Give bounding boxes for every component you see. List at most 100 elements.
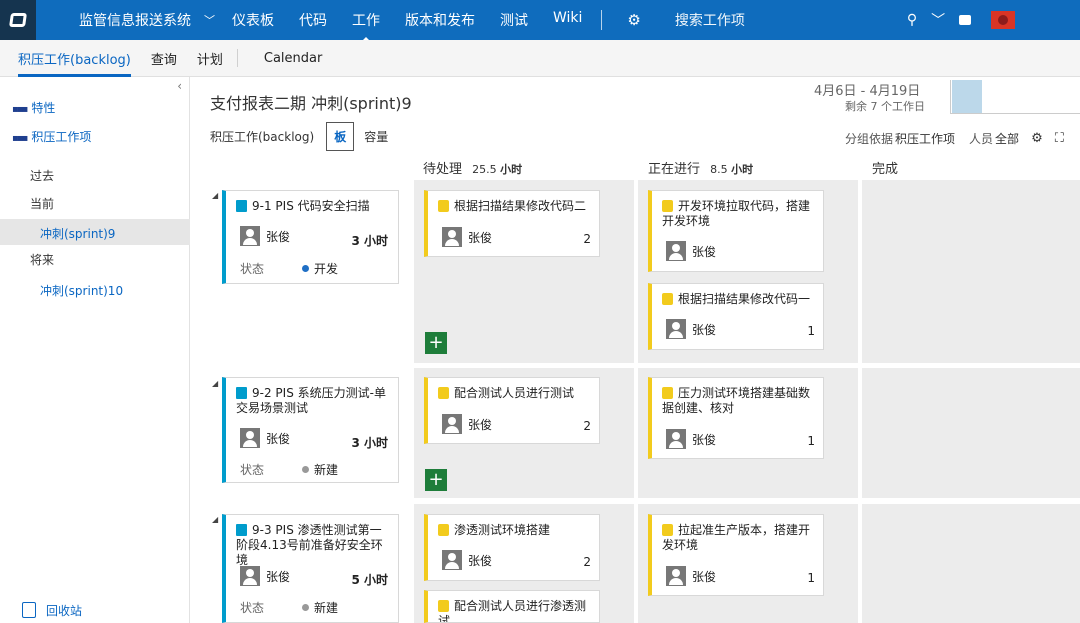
- nav-wiki[interactable]: Wiki: [553, 10, 582, 30]
- state-dot-icon: [302, 466, 309, 473]
- tab-plans[interactable]: 计划: [197, 49, 223, 68]
- recycle-bin-label: 回收站: [46, 604, 83, 618]
- card-title[interactable]: 渗透测试环境搭建: [454, 523, 550, 537]
- nav-work[interactable]: 工作: [352, 10, 380, 30]
- marketplace-bag-icon[interactable]: [959, 15, 972, 25]
- card-title[interactable]: 压力测试环境搭建基础数据创建、核对: [662, 386, 810, 415]
- settings-gear-icon[interactable]: ⚙: [1031, 131, 1043, 146]
- card-assignee[interactable]: 张俊: [692, 568, 716, 585]
- card-state-label: 状态: [240, 463, 265, 477]
- card-assignee[interactable]: 张俊: [468, 229, 492, 246]
- column-name: 正在进行: [648, 162, 701, 177]
- card-assignee[interactable]: 张俊: [692, 321, 716, 338]
- card-title[interactable]: 9-2 PIS 系统压力测试-单交易场景测试: [236, 386, 386, 415]
- sidebar-item-features[interactable]: ▪▪▪ 特性: [12, 99, 55, 116]
- nav-code[interactable]: 代码: [299, 10, 327, 30]
- card-assignee[interactable]: 张俊: [468, 552, 492, 569]
- person-avatar-icon: [442, 550, 462, 570]
- task-card[interactable]: 配合测试人员进行测试 张俊 2: [424, 377, 600, 444]
- card-assignee[interactable]: 张俊: [468, 416, 492, 433]
- settings-gear-icon[interactable]: ⚙: [627, 11, 640, 29]
- row-collapse-icon[interactable]: ◢: [212, 191, 218, 200]
- search-options-chevron-icon[interactable]: ﹀: [931, 10, 945, 30]
- card-assignee[interactable]: 张俊: [692, 243, 716, 260]
- row-collapse-icon[interactable]: ◢: [212, 515, 218, 524]
- sprint-date-range[interactable]: 4月6日 - 4月19日: [814, 80, 920, 99]
- top-navigation-bar: 监管信息报送系统 ﹀ 仪表板 代码 工作 版本和发布 测试 Wiki ⚙ 搜索工…: [0, 0, 1080, 40]
- burndown-mini-chart[interactable]: [950, 80, 1080, 114]
- sidebar-item-sprint10[interactable]: 冲刺(sprint)10: [40, 282, 123, 299]
- sidebar-item-backlog-items[interactable]: ▪▪▪ 积压工作项: [12, 128, 91, 145]
- card-title[interactable]: 9-1 PIS 代码安全扫描: [252, 199, 370, 213]
- card-assignee[interactable]: 张俊: [266, 568, 290, 585]
- card-title[interactable]: 拉起准生产版本，搭建开发环境: [662, 523, 810, 552]
- azure-devops-logo[interactable]: [0, 0, 36, 40]
- person-dropdown[interactable]: 全部: [995, 130, 1019, 147]
- group-by-dropdown[interactable]: 积压工作项: [895, 130, 955, 147]
- task-card[interactable]: 根据扫描结果修改代码二 张俊 2: [424, 190, 600, 257]
- tab-queries[interactable]: 查询: [151, 49, 177, 68]
- person-avatar-icon: [442, 414, 462, 434]
- card-effort[interactable]: 3 小时: [351, 434, 388, 451]
- task-card[interactable]: 根据扫描结果修改代码一 张俊 1: [648, 283, 824, 350]
- person-avatar-icon: [240, 566, 260, 586]
- card-title[interactable]: 根据扫描结果修改代码二: [454, 199, 586, 213]
- card-title[interactable]: 配合测试人员进行测试: [454, 386, 574, 400]
- project-name[interactable]: 监管信息报送系统: [79, 10, 191, 30]
- backlog-item-card[interactable]: 9-1 PIS 代码安全扫描 张俊 3 小时 状态 开发: [222, 190, 399, 284]
- sidebar-group-current[interactable]: 当前: [30, 195, 54, 212]
- view-capacity[interactable]: 容量: [364, 128, 388, 145]
- card-effort[interactable]: 5 小时: [351, 571, 388, 588]
- card-remaining-work[interactable]: 2: [583, 555, 591, 569]
- card-state[interactable]: 开发: [302, 260, 338, 277]
- card-title[interactable]: 9-3 PIS 渗透性测试第一阶段4.13号前准备好安全环境: [236, 523, 383, 567]
- card-title[interactable]: 开发环境拉取代码，搭建开发环境: [662, 199, 810, 228]
- recycle-bin-link[interactable]: 回收站: [22, 602, 82, 619]
- card-remaining-work[interactable]: 1: [807, 434, 815, 448]
- column-hours: 8.5 小时: [710, 163, 754, 176]
- search-work-items-input[interactable]: 搜索工作项: [675, 10, 907, 30]
- card-effort[interactable]: 3 小时: [351, 232, 388, 249]
- burndown-fill: [952, 80, 982, 113]
- task-card[interactable]: 压力测试环境搭建基础数据创建、核对 张俊 1: [648, 377, 824, 459]
- card-remaining-work[interactable]: 1: [807, 571, 815, 585]
- task-card[interactable]: 渗透测试环境搭建 张俊 2: [424, 514, 600, 581]
- board-options: 分组依据 积压工作项 人员 全部 ⚙ ⛶: [845, 130, 1076, 147]
- search-icon[interactable]: ⚲: [907, 12, 917, 28]
- card-assignee[interactable]: 张俊: [266, 228, 290, 245]
- add-task-button[interactable]: +: [425, 469, 447, 491]
- fullscreen-icon[interactable]: ⛶: [1055, 131, 1064, 146]
- sidebar-item-sprint9[interactable]: 冲刺(sprint)9: [40, 225, 115, 242]
- card-title[interactable]: 根据扫描结果修改代码一: [678, 292, 810, 306]
- chevron-down-icon[interactable]: ﹀: [204, 12, 215, 28]
- nav-dashboards[interactable]: 仪表板: [232, 10, 274, 30]
- sidebar-group-past[interactable]: 过去: [30, 167, 54, 184]
- person-avatar-icon: [666, 241, 686, 261]
- tab-calendar[interactable]: Calendar: [264, 51, 322, 66]
- nav-build-release[interactable]: 版本和发布: [405, 10, 475, 30]
- view-board[interactable]: 板: [326, 122, 355, 151]
- task-card[interactable]: 开发环境拉取代码，搭建开发环境 张俊: [648, 190, 824, 272]
- collapse-chevron-icon[interactable]: ‹: [177, 79, 182, 93]
- tab-backlog[interactable]: 积压工作(backlog): [18, 49, 131, 77]
- sidebar-group-future[interactable]: 将来: [30, 251, 54, 268]
- add-task-button[interactable]: +: [425, 332, 447, 354]
- card-assignee[interactable]: 张俊: [692, 431, 716, 448]
- card-remaining-work[interactable]: 2: [583, 419, 591, 433]
- card-state[interactable]: 新建: [302, 461, 338, 478]
- user-avatar[interactable]: [991, 11, 1016, 29]
- view-backlog[interactable]: 积压工作(backlog): [210, 128, 314, 145]
- row-collapse-icon[interactable]: ◢: [212, 379, 218, 388]
- card-remaining-work[interactable]: 2: [583, 232, 591, 246]
- nav-test[interactable]: 测试: [500, 10, 528, 30]
- work-sub-navigation: 积压工作(backlog) 查询 计划 Calendar: [0, 40, 1080, 77]
- task-card[interactable]: 配合测试人员进行渗透测试: [424, 590, 600, 623]
- task-card[interactable]: 拉起准生产版本，搭建开发环境 张俊 1: [648, 514, 824, 596]
- card-state-label: 状态: [240, 262, 265, 276]
- backlog-item-card[interactable]: 9-3 PIS 渗透性测试第一阶段4.13号前准备好安全环境 张俊 5 小时 状…: [222, 514, 399, 623]
- card-remaining-work[interactable]: 1: [807, 324, 815, 338]
- card-title[interactable]: 配合测试人员进行渗透测试: [438, 599, 586, 622]
- card-state[interactable]: 新建: [302, 599, 338, 616]
- backlog-item-card[interactable]: 9-2 PIS 系统压力测试-单交易场景测试 张俊 3 小时 状态 新建: [222, 377, 399, 483]
- card-assignee[interactable]: 张俊: [266, 430, 290, 447]
